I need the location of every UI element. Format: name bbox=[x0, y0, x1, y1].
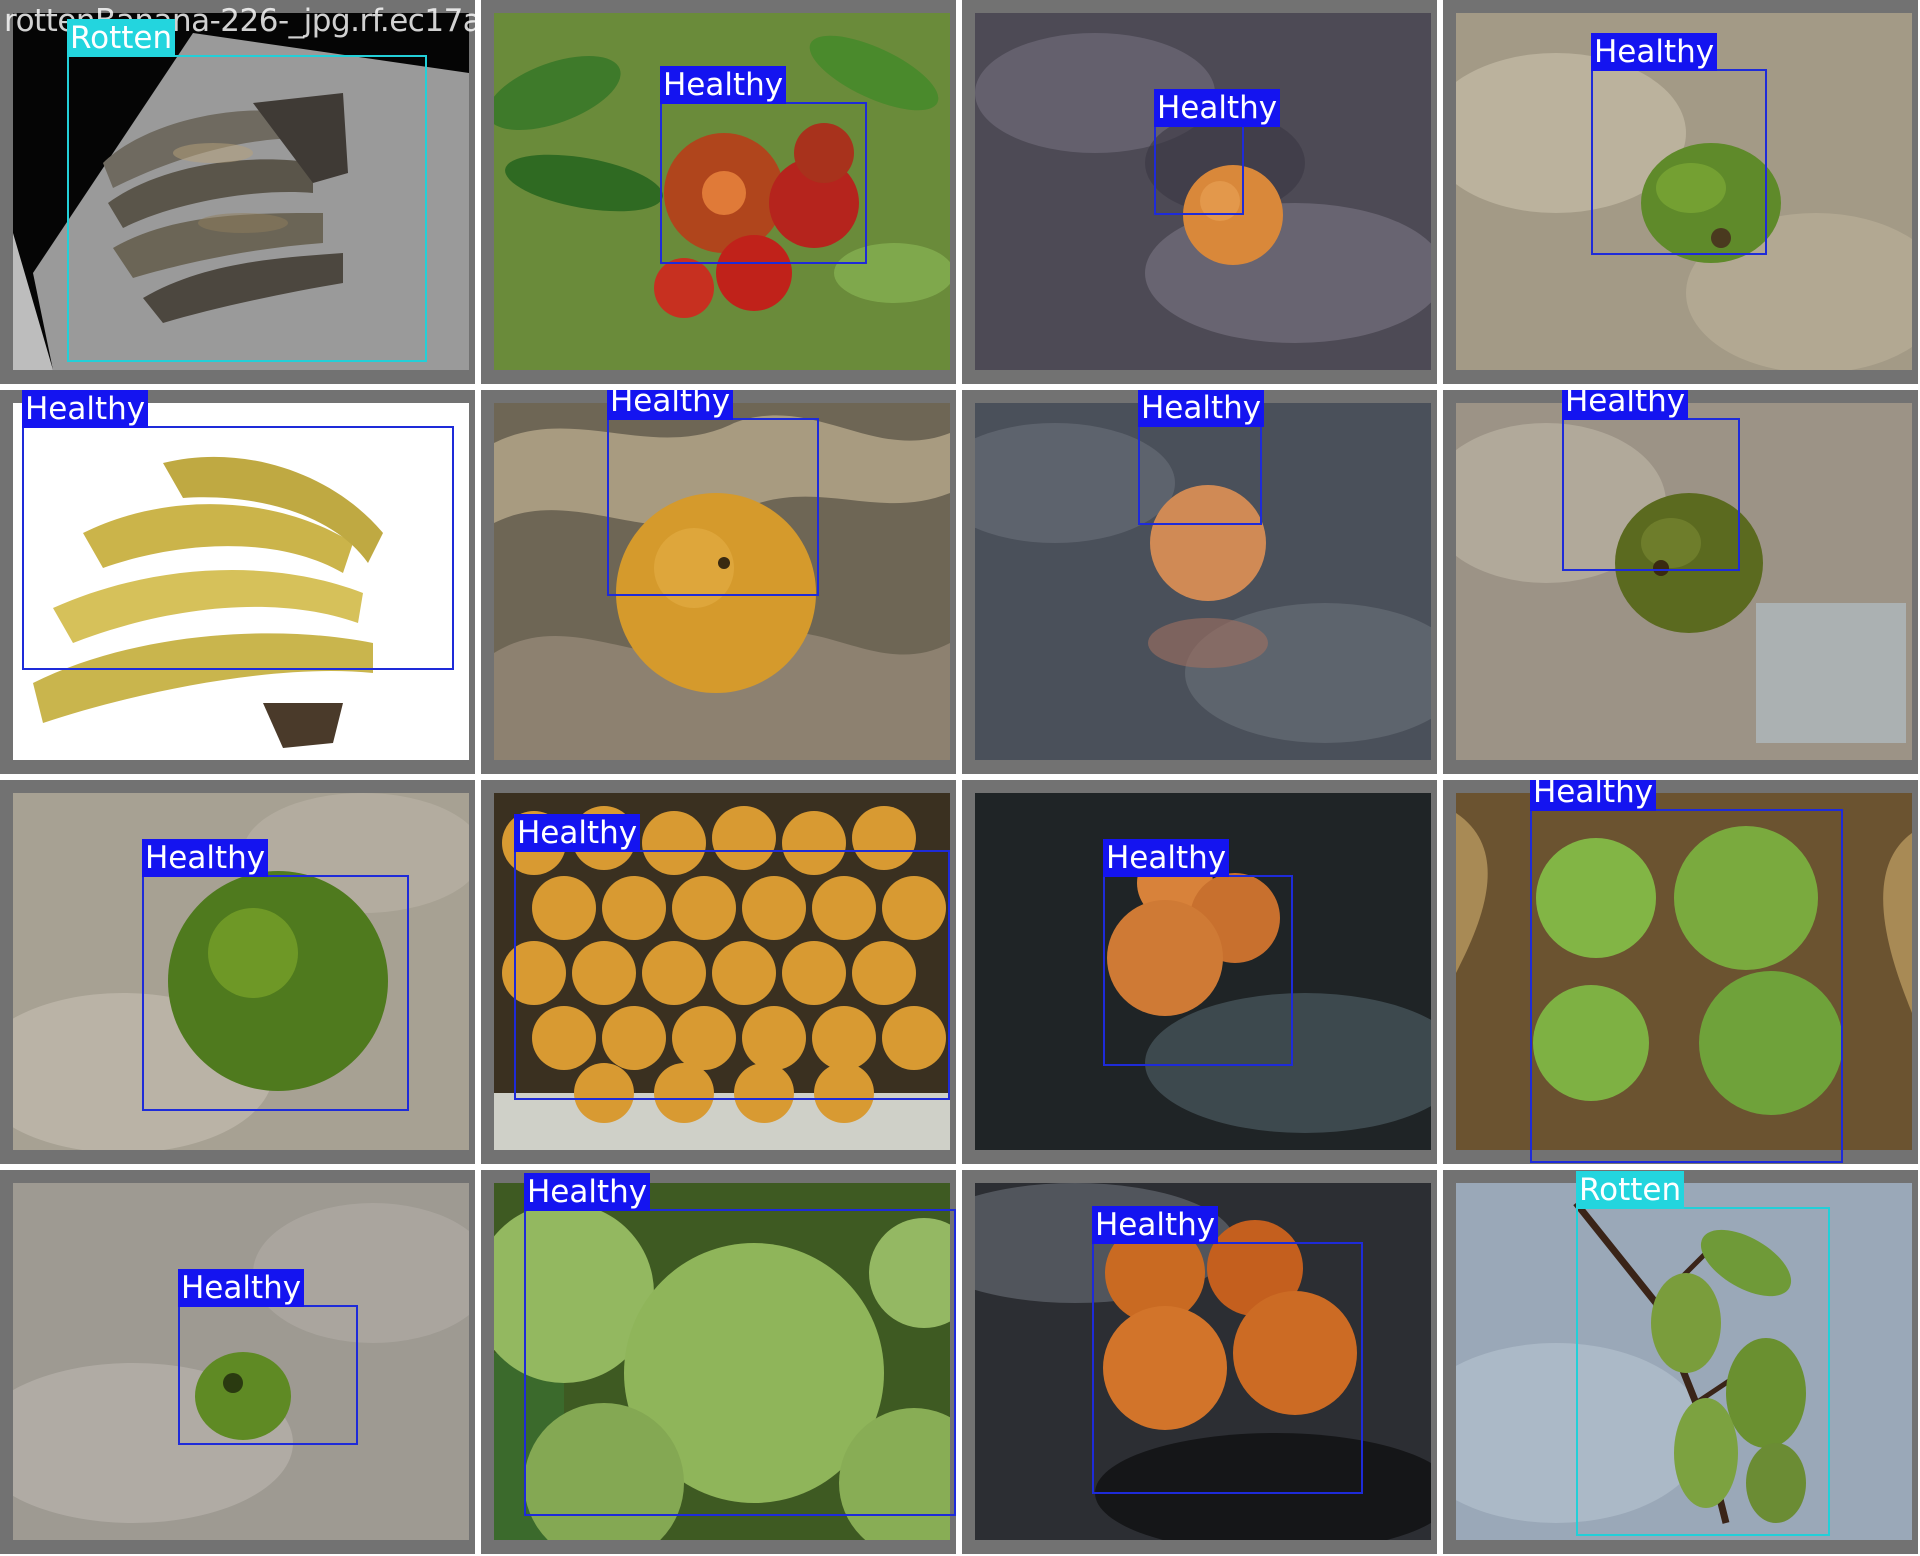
tile-10: Healthy bbox=[481, 780, 956, 1164]
class-label: Healthy bbox=[607, 390, 734, 420]
tile-8: Healthy bbox=[1443, 390, 1918, 774]
class-label: Healthy bbox=[1154, 89, 1281, 127]
tile-6: Healthy bbox=[481, 390, 956, 774]
class-label: Healthy bbox=[1092, 1206, 1219, 1244]
detection-box: Rotten bbox=[1576, 1171, 1830, 1536]
detection-box: Healthy bbox=[1092, 1206, 1363, 1494]
detection-box: Healthy bbox=[22, 390, 454, 670]
detection-mosaic: rottenBanana-226-_jpg.rf.ec17a2dee35c88e… bbox=[0, 0, 1920, 1556]
detection-box: Healthy bbox=[1591, 33, 1767, 255]
detection-box: Rotten bbox=[67, 19, 427, 362]
detection-box: Healthy bbox=[142, 839, 409, 1111]
detection-box: Healthy bbox=[1103, 839, 1293, 1066]
class-label: Rotten bbox=[1576, 1171, 1685, 1209]
class-label: Healthy bbox=[524, 1173, 651, 1211]
class-label: Healthy bbox=[660, 66, 787, 104]
class-label: Healthy bbox=[1530, 780, 1657, 811]
detection-box: Healthy bbox=[1154, 89, 1281, 215]
tile-11: Healthy bbox=[962, 780, 1437, 1164]
tile-7: Healthy bbox=[962, 390, 1437, 774]
tile-1: rottenBanana-226-_jpg.rf.ec17a2dee35c88e… bbox=[0, 0, 475, 384]
class-label: Healthy bbox=[1591, 33, 1718, 71]
class-label: Healthy bbox=[514, 814, 641, 852]
tile-14: Healthy bbox=[481, 1170, 956, 1554]
detection-box: Healthy bbox=[514, 814, 950, 1100]
class-label: Healthy bbox=[178, 1269, 305, 1307]
class-label: Healthy bbox=[1562, 390, 1689, 420]
class-label: Healthy bbox=[1103, 839, 1230, 877]
class-label: Healthy bbox=[22, 390, 149, 428]
class-label: Rotten bbox=[67, 19, 176, 57]
tile-16: Rotten bbox=[1443, 1170, 1918, 1554]
tile-12: Healthy bbox=[1443, 780, 1918, 1164]
detection-box: Healthy bbox=[524, 1173, 956, 1516]
detection-box: Healthy bbox=[660, 66, 867, 264]
detection-box: Healthy bbox=[607, 390, 819, 596]
class-label: Healthy bbox=[1138, 390, 1265, 427]
tile-15: Healthy bbox=[962, 1170, 1437, 1554]
tile-4: Healthy bbox=[1443, 0, 1918, 384]
tile-9: Healthy bbox=[0, 780, 475, 1164]
detection-box: Healthy bbox=[1530, 780, 1843, 1163]
detection-box: Healthy bbox=[1562, 390, 1740, 571]
class-label: Healthy bbox=[142, 839, 269, 877]
detection-box: Healthy bbox=[1138, 390, 1265, 525]
tile-5: Healthy bbox=[0, 390, 475, 774]
tile-3: Healthy bbox=[962, 0, 1437, 384]
detection-box: Healthy bbox=[178, 1269, 358, 1445]
tile-13: Healthy bbox=[0, 1170, 475, 1554]
tile-2: Healthy bbox=[481, 0, 956, 384]
